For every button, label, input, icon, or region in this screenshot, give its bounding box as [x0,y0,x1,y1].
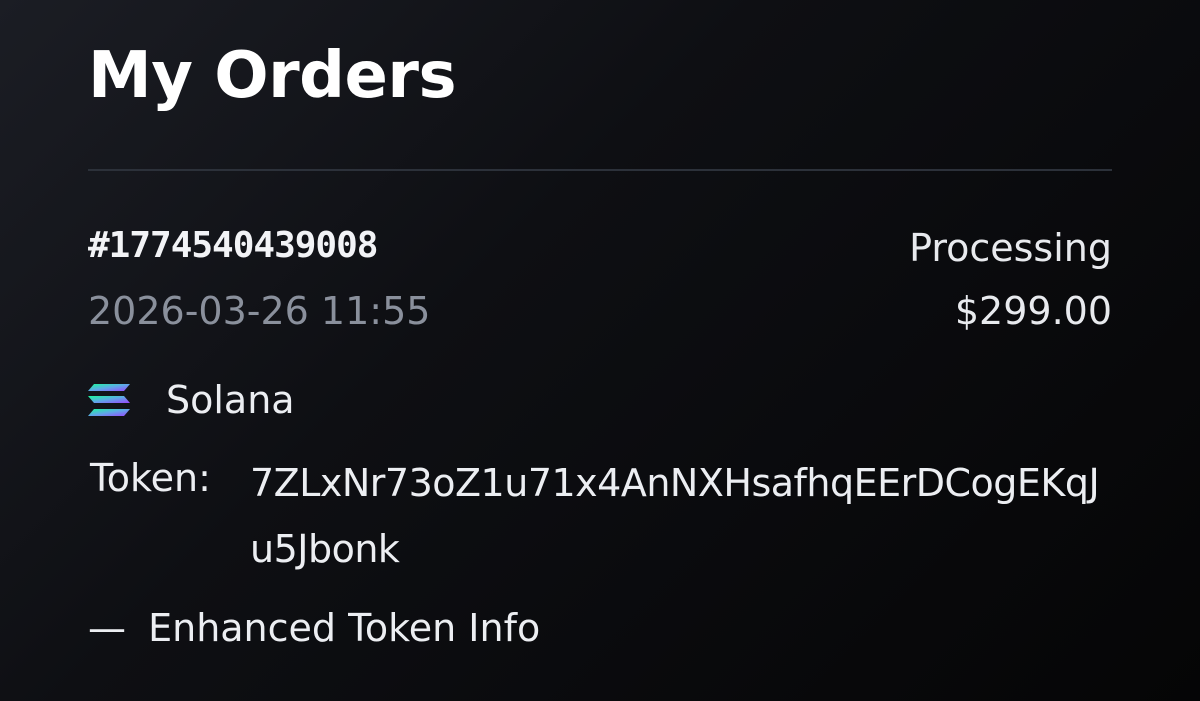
order-amount: $299.00 [954,289,1112,333]
enhanced-token-info-toggle[interactable]: — Enhanced Token Info [88,600,540,656]
order-date: 2026-03-26 11:55 [88,289,431,333]
chain-name: Solana [166,378,295,422]
token-address[interactable]: 7ZLxNr73oZ1u71x4AnNXHsafhqEErDCogEKqJu5J… [250,450,1120,582]
chain-row: Solana [88,372,295,428]
token-label: Token: [90,456,211,500]
solana-icon [88,382,132,418]
collapse-icon: — [88,606,126,650]
order-number: #1774540439008 [88,225,378,266]
orders-page: My Orders #1774540439008 2026-03-26 11:5… [88,0,1112,701]
enhanced-token-info-label: Enhanced Token Info [148,606,541,650]
page-title: My Orders [88,39,457,113]
header-divider [88,169,1112,171]
order-status: Processing [909,226,1112,270]
